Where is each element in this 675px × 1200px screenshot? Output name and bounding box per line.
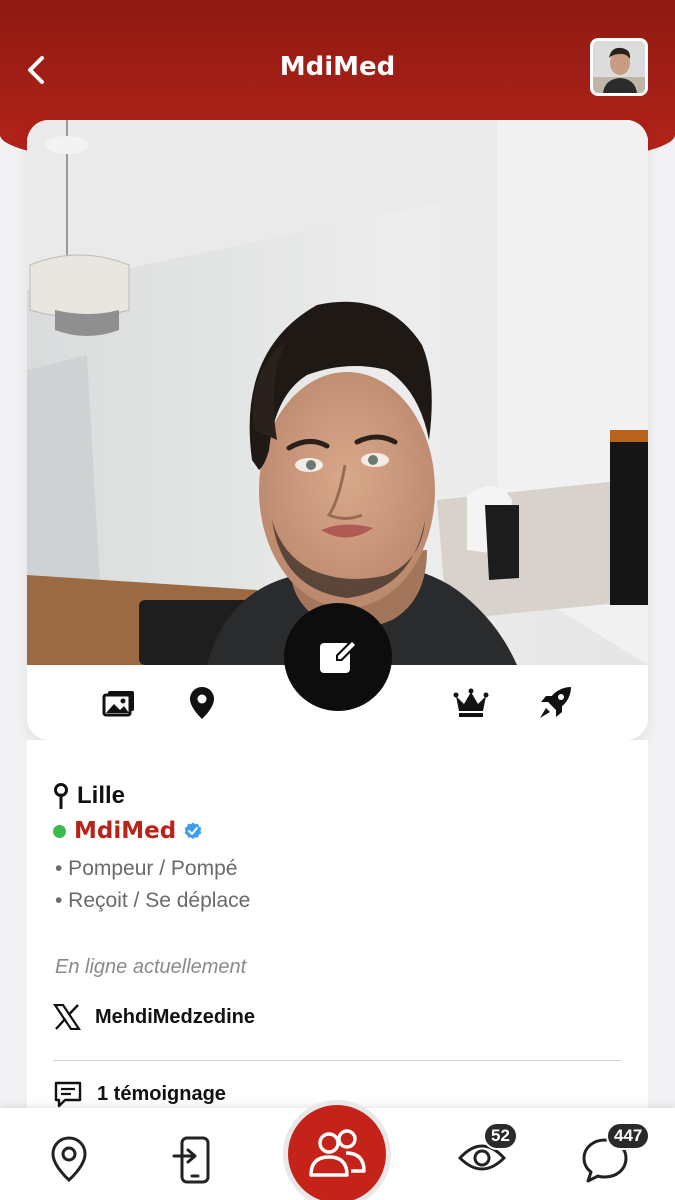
edit-profile-button[interactable] [284, 603, 392, 711]
x-logo-icon [53, 1004, 81, 1030]
testimonials-label: 1 témoignage [97, 1082, 226, 1105]
premium-button[interactable] [451, 683, 491, 723]
users-icon [309, 1129, 366, 1177]
phone-login-icon [172, 1136, 210, 1184]
avatar[interactable] [590, 38, 648, 96]
tab-community[interactable] [283, 1100, 391, 1200]
map-marker-icon [54, 783, 68, 809]
rocket-icon [540, 687, 571, 718]
visitors-count-badge: 52 [483, 1122, 518, 1150]
crown-icon [453, 688, 489, 717]
messages-count-badge: 447 [606, 1122, 651, 1150]
profile-photo[interactable] [27, 120, 648, 665]
social-handle: MehdiMedzedine [95, 1005, 256, 1028]
page-title: MdiMed [279, 52, 396, 82]
profile-info: Lille MdiMed • Pompeur / Pompé • Reçoit … [27, 740, 648, 1120]
verified-badge-icon [184, 822, 202, 839]
tab-check-in[interactable] [169, 1136, 219, 1192]
edit-icon [320, 638, 359, 673]
testimonials-link[interactable]: 1 témoignage [53, 1080, 226, 1108]
tag-item: • Pompeur / Pompé [55, 857, 238, 880]
online-status-text: En ligne actuellement [55, 956, 247, 978]
tag-item: • Reçoit / Se déplace [55, 889, 251, 912]
gallery-button[interactable] [99, 683, 139, 723]
online-status-dot [53, 824, 66, 838]
tab-messages[interactable]: 447 [580, 1122, 651, 1192]
comment-icon [54, 1081, 82, 1108]
username-row: MdiMed [53, 818, 202, 844]
location-button[interactable] [182, 683, 222, 723]
city-label: Lille [77, 782, 126, 809]
tab-visitors[interactable]: 52 [457, 1122, 518, 1192]
location-pin-icon [190, 687, 214, 719]
tab-map[interactable] [44, 1136, 94, 1192]
map-pin-icon [51, 1136, 87, 1182]
divider [53, 1060, 621, 1061]
gallery-icon [102, 691, 134, 717]
city-row: Lille [53, 782, 125, 810]
boost-button[interactable] [535, 683, 575, 723]
social-link[interactable]: MehdiMedzedine [53, 1004, 255, 1030]
username: MdiMed [74, 818, 177, 844]
